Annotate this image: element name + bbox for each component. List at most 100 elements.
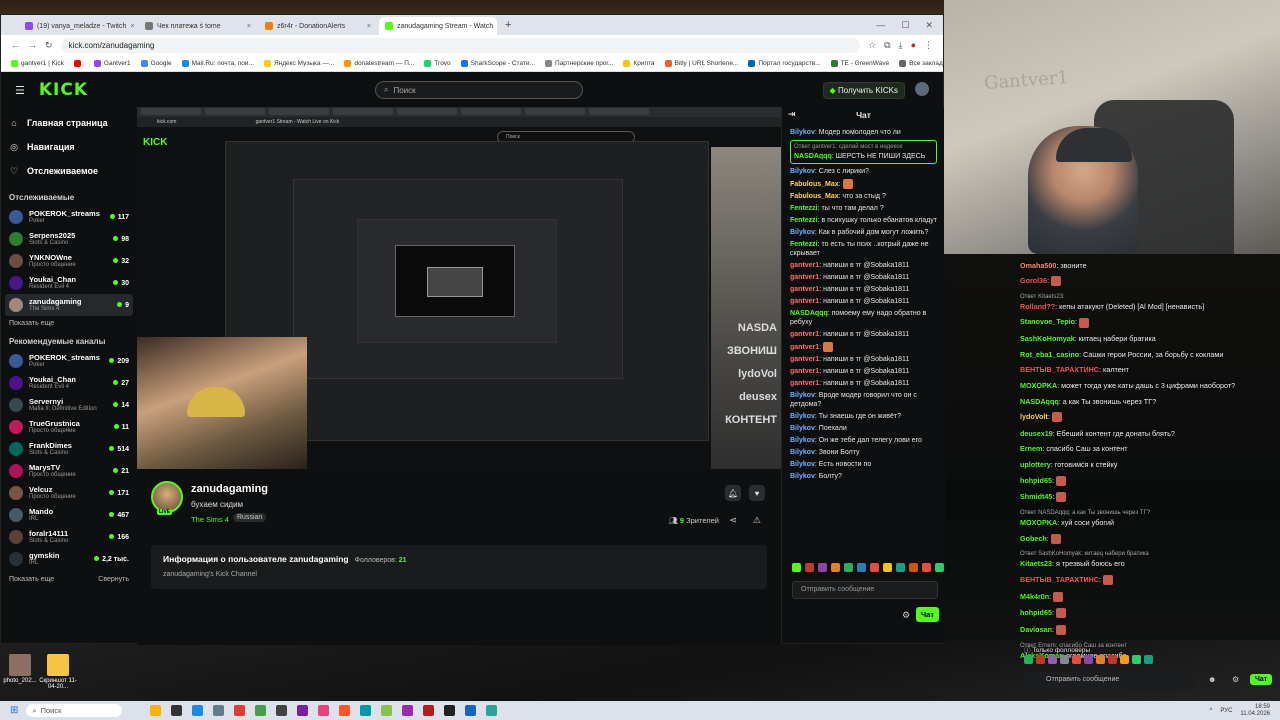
bookmark-item[interactable]: gantver1 | Kick bbox=[11, 59, 64, 67]
menu-kebab-icon[interactable]: ⋮ bbox=[924, 40, 933, 51]
chat-username[interactable]: Bilykov bbox=[790, 413, 815, 420]
channel-item[interactable]: Velcuz Просто общение 171 bbox=[9, 482, 129, 504]
channel-item[interactable]: MarysTV Просто общение 21 bbox=[9, 460, 129, 482]
bookmark-item[interactable]: Партнерские прог... bbox=[544, 59, 613, 67]
channel-item[interactable]: YNKNOWne Просто общение 32 bbox=[9, 250, 129, 272]
emote-icon[interactable] bbox=[1084, 655, 1093, 664]
browser-tab[interactable]: z6r4r - DonationAlerts × bbox=[259, 17, 377, 35]
chat-username[interactable]: Bilykov bbox=[790, 449, 815, 456]
show-more-recommended[interactable]: Показать еще bbox=[9, 576, 54, 583]
notifications-button[interactable]: 🔔︎ bbox=[725, 485, 741, 501]
chat-input[interactable]: Отправить сообщение bbox=[792, 581, 938, 599]
show-more-following[interactable]: Показать еще bbox=[9, 320, 129, 327]
overlay-send-button[interactable]: Чат bbox=[1250, 674, 1273, 685]
taskbar-search[interactable]: ⌕ Поиск bbox=[26, 704, 123, 717]
taskbar-app-icon[interactable] bbox=[360, 705, 372, 716]
profile-icon[interactable]: ● bbox=[911, 40, 916, 50]
sidebar-nav-item[interactable]: ♡ Отслеживаемое bbox=[9, 159, 129, 183]
bookmark-star-icon[interactable]: ☆ bbox=[868, 40, 876, 51]
tray-chevron-icon[interactable]: ^ bbox=[1210, 708, 1213, 714]
taskbar-app-icon[interactable] bbox=[276, 705, 288, 716]
chat-username[interactable]: Fabulous_Max bbox=[790, 181, 839, 188]
emote-icon[interactable] bbox=[1120, 655, 1129, 664]
emote-icon[interactable] bbox=[805, 563, 814, 572]
bookmark-item[interactable]: Trovo bbox=[424, 59, 451, 67]
chat-username[interactable]: gantver1 bbox=[790, 380, 819, 387]
bookmark-item[interactable]: TE - GreenWave bbox=[830, 59, 889, 67]
channel-item[interactable]: Youkai_Chan Resident Evil 4 30 bbox=[9, 272, 129, 294]
channel-item[interactable]: Youkai_Chan Resident Evil 4 27 bbox=[9, 372, 129, 394]
emote-icon[interactable] bbox=[909, 563, 918, 572]
channel-item[interactable]: Mando IRL 467 bbox=[9, 504, 129, 526]
taskbar-app-icon[interactable] bbox=[192, 705, 204, 716]
close-window-icon[interactable]: ✕ bbox=[925, 20, 933, 31]
new-tab-icon[interactable]: + bbox=[499, 19, 517, 31]
bookmark-item[interactable]: Портал государств... bbox=[748, 59, 821, 67]
channel-item[interactable]: Servernyi Mafia II: Definitive Edition 14 bbox=[9, 394, 129, 416]
share-icon[interactable]: ⋖ bbox=[729, 515, 737, 526]
emote-icon[interactable] bbox=[818, 563, 827, 572]
overlay-chat-input[interactable]: Отправить сообщение bbox=[1024, 672, 1194, 690]
chat-username[interactable]: Bilykov bbox=[790, 461, 815, 468]
browser-tab[interactable]: Чек платежа ś tome × bbox=[139, 17, 257, 35]
chat-settings-icon[interactable]: ⚙ bbox=[902, 610, 910, 621]
reload-icon[interactable]: ↻ bbox=[45, 40, 53, 51]
emote-icon[interactable] bbox=[831, 563, 840, 572]
emote-icon[interactable] bbox=[1036, 655, 1045, 664]
chat-send-button[interactable]: Чат bbox=[915, 607, 939, 622]
chat-username[interactable]: gantver1 bbox=[790, 262, 819, 269]
bookmark-item[interactable]: SharkScope - Стати... bbox=[460, 59, 535, 67]
taskbar-app-icon[interactable] bbox=[213, 705, 225, 716]
browser-tab[interactable]: (19) vanya_meladze - Twitch × bbox=[19, 17, 137, 35]
chat-username[interactable]: gantver1 bbox=[790, 298, 819, 305]
follow-button[interactable]: ♥ bbox=[749, 485, 765, 501]
streamer-name[interactable]: zanudagaming bbox=[191, 483, 268, 495]
chat-username[interactable]: Fentezzi bbox=[790, 217, 818, 224]
channel-item[interactable]: foralr14111 Slots & Casino 166 bbox=[9, 526, 129, 548]
taskbar-app-icon[interactable] bbox=[171, 705, 183, 716]
chat-username[interactable]: Bilykov bbox=[790, 168, 815, 175]
chat-username[interactable]: Fabulous_Max bbox=[790, 193, 839, 200]
taskbar-app-icon[interactable] bbox=[381, 705, 393, 716]
chat-username[interactable]: gantver1 bbox=[790, 274, 819, 281]
emote-icon[interactable] bbox=[844, 563, 853, 572]
taskbar-app-icon[interactable] bbox=[234, 705, 246, 716]
emote-icon[interactable] bbox=[1072, 655, 1081, 664]
emote-icon[interactable] bbox=[896, 563, 905, 572]
chat-username[interactable]: Bilykov bbox=[790, 473, 815, 480]
downloads-icon[interactable]: ⤓ bbox=[899, 40, 903, 51]
chat-username[interactable]: NASDAqqq bbox=[794, 153, 832, 160]
stream-category[interactable]: The Sims 4 bbox=[191, 515, 229, 524]
emote-icon[interactable] bbox=[792, 563, 801, 572]
desktop-icon[interactable]: Скриншот 11-04-20... bbox=[38, 654, 78, 690]
emote-icon[interactable] bbox=[870, 563, 879, 572]
back-icon[interactable]: ← bbox=[11, 40, 20, 50]
bookmark-item[interactable] bbox=[73, 59, 84, 67]
video-player[interactable]: kick.com gantver1 Stream - Watch Live on… bbox=[137, 107, 781, 469]
taskbar-app-icon[interactable] bbox=[339, 705, 351, 716]
close-tab-icon[interactable]: × bbox=[367, 23, 371, 30]
maximize-icon[interactable]: ☐ bbox=[901, 20, 909, 31]
bookmark-item[interactable]: Google bbox=[140, 59, 172, 67]
start-icon[interactable]: ⊞ bbox=[10, 705, 18, 716]
chat-username[interactable]: gantver1 bbox=[790, 286, 819, 293]
report-icon[interactable]: ⚠ bbox=[753, 515, 761, 526]
taskbar-app-icon[interactable] bbox=[444, 705, 456, 716]
taskbar-app-icon[interactable] bbox=[402, 705, 414, 716]
emote-icon[interactable] bbox=[1096, 655, 1105, 664]
emote-icon[interactable] bbox=[1024, 655, 1033, 664]
channel-item[interactable]: POKEROK_streams Poker 117 bbox=[9, 206, 129, 228]
chat-username[interactable]: Fentezzi bbox=[790, 205, 818, 212]
browser-tab[interactable]: zanudagaming Stream - Watch× bbox=[379, 17, 497, 35]
close-tab-icon[interactable]: × bbox=[247, 23, 251, 30]
clock[interactable]: 18:59 11.04.2026 bbox=[1240, 704, 1270, 718]
channel-item[interactable]: TrueGrustnica Просто общение 11 bbox=[9, 416, 129, 438]
emote-icon[interactable] bbox=[857, 563, 866, 572]
bookmark-item[interactable]: Все закладки bbox=[899, 59, 943, 67]
emote-icon[interactable] bbox=[1108, 655, 1117, 664]
chat-username[interactable]: NASDAqqq bbox=[790, 310, 828, 317]
chat-username[interactable]: gantver1 bbox=[790, 344, 819, 351]
emote-icon[interactable] bbox=[935, 563, 944, 572]
chat-username[interactable]: gantver1 bbox=[790, 331, 819, 338]
user-avatar[interactable] bbox=[915, 82, 929, 96]
